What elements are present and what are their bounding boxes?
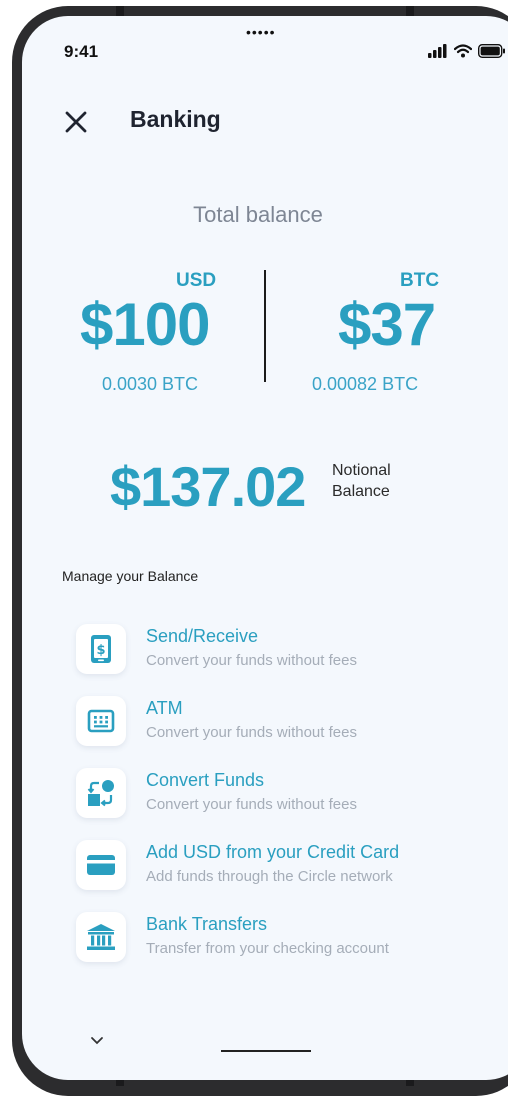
page-title: Banking xyxy=(130,106,221,132)
wifi-icon xyxy=(454,44,472,58)
manage-balance-title: Manage your Balance xyxy=(62,568,199,584)
menu-item-subtitle: Add funds through the Circle network xyxy=(146,868,393,885)
status-icons xyxy=(428,44,506,58)
usd-btc-equivalent: 0.0030 BTC xyxy=(102,374,199,394)
menu-item-title: Bank Transfers xyxy=(146,914,268,934)
atm-keypad-icon xyxy=(87,709,115,733)
balance-divider xyxy=(264,270,266,382)
notional-label-line2: Balance xyxy=(332,483,390,500)
menu-item-title: ATM xyxy=(146,698,183,718)
btc-btc-equivalent: 0.00082 BTC xyxy=(312,374,419,394)
menu-item-title: Convert Funds xyxy=(146,770,265,790)
btc-amount: $37 xyxy=(338,291,436,358)
menu-item-title: Send/Receive xyxy=(146,626,259,646)
phone-dollar-icon: $ xyxy=(91,635,111,663)
svg-text:$: $ xyxy=(96,643,105,658)
menu-item-subtitle: Convert your funds without fees xyxy=(146,652,357,669)
chevron-down-icon[interactable] xyxy=(90,1036,104,1046)
menu-item-add-usd-credit-card[interactable]: Add USD from your Credit Card Add funds … xyxy=(76,840,496,896)
menu-item-bank-transfers[interactable]: Bank Transfers Transfer from your checki… xyxy=(76,912,496,968)
usd-amount: $100 xyxy=(80,291,210,358)
menu-item-title: Add USD from your Credit Card xyxy=(146,842,400,862)
menu-item-atm[interactable]: ATM Convert your funds without fees xyxy=(76,696,496,752)
btc-label: BTC xyxy=(400,270,440,291)
status-time: 9:41 xyxy=(64,42,99,61)
convert-icon xyxy=(87,780,114,807)
phone-screen: 9:41 ••••• Banking Total balance USD $10… xyxy=(22,16,508,1080)
usd-label: USD xyxy=(176,270,217,291)
notional-label-line1: Notional xyxy=(332,462,391,479)
signal-icon xyxy=(428,44,447,58)
credit-card-icon xyxy=(87,855,115,875)
notional-label: Notional Balance xyxy=(332,460,391,502)
bank-icon xyxy=(87,924,115,950)
menu-item-send-receive[interactable]: $ Send/Receive Convert your funds withou… xyxy=(76,624,496,680)
bank-icon-box xyxy=(76,912,126,962)
total-balance-label: Total balance xyxy=(193,202,323,227)
atm-icon-box xyxy=(76,696,126,746)
close-icon[interactable] xyxy=(62,108,90,136)
notch-dots: ••••• xyxy=(246,24,276,40)
credit-card-icon-box xyxy=(76,840,126,890)
menu-item-subtitle: Transfer from your checking account xyxy=(146,940,389,957)
home-indicator[interactable] xyxy=(221,1050,311,1052)
notional-amount: $137.02 xyxy=(110,455,306,518)
send-receive-icon-box: $ xyxy=(76,624,126,674)
menu-item-subtitle: Convert your funds without fees xyxy=(146,724,357,741)
convert-icon-box xyxy=(76,768,126,818)
menu-item-subtitle: Convert your funds without fees xyxy=(146,796,357,813)
menu-item-convert-funds[interactable]: Convert Funds Convert your funds without… xyxy=(76,768,496,824)
battery-icon xyxy=(478,44,505,58)
